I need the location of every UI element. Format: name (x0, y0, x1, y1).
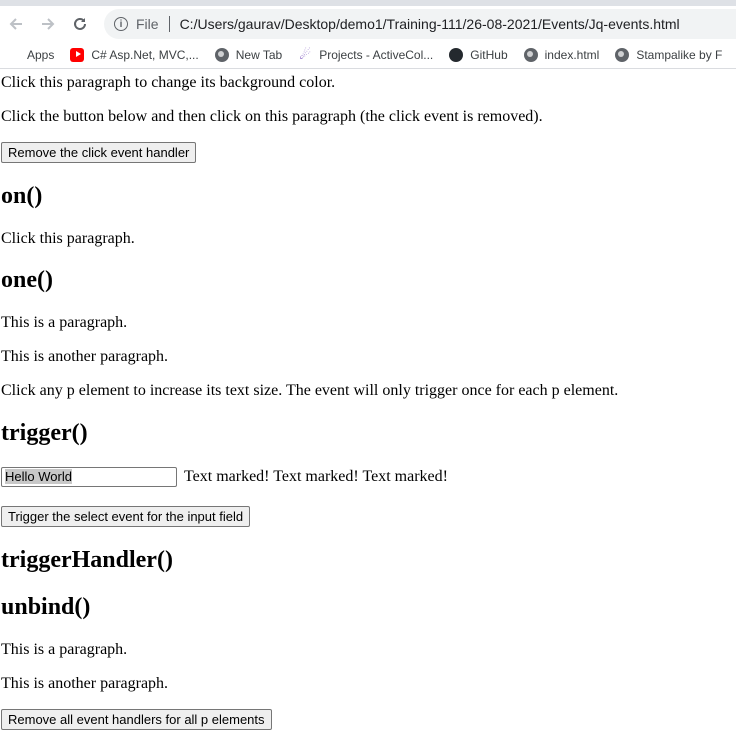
bookmark-label: Projects - ActiveCol... (319, 48, 434, 62)
bookmark-label: GitHub (470, 48, 508, 62)
browser-toolbar: i File C:/Users/gaurav/Desktop/demo1/Tra… (0, 6, 736, 42)
bookmarks-bar: Apps C# Asp.Net, MVC,... New Tab ☄ Proje… (0, 42, 736, 69)
url-text[interactable]: C:/Users/gaurav/Desktop/demo1/Training-1… (180, 16, 680, 32)
bookmark-label: Stampalike by F (636, 48, 723, 62)
reload-button[interactable] (64, 8, 96, 40)
paragraph-change-bg[interactable]: Click this paragraph to change its backg… (1, 74, 335, 92)
bookmark-csharp[interactable]: C# Asp.Net, MVC,... (70, 48, 199, 62)
bookmark-projects[interactable]: ☄ Projects - ActiveCol... (298, 47, 434, 63)
apps-grid-icon (6, 48, 20, 62)
bookmark-label: C# Asp.Net, MVC,... (91, 48, 199, 62)
paragraph-unbind-2[interactable]: This is another paragraph. (1, 675, 168, 693)
bookmark-stampalike[interactable]: Stampalike by F (615, 48, 722, 62)
heading-on: on() (1, 183, 43, 209)
heading-one: one() (1, 267, 53, 293)
info-icon[interactable]: i (114, 17, 128, 31)
remove-all-handlers-button[interactable]: Remove all event handlers for all p elem… (1, 709, 272, 730)
trigger-select-button[interactable]: Trigger the select event for the input f… (1, 506, 251, 527)
arrow-left-icon (9, 18, 22, 30)
address-divider (168, 16, 170, 32)
github-icon (449, 48, 464, 62)
globe-icon (523, 48, 538, 62)
heading-unbind: unbind() (1, 594, 91, 620)
heading-trigger-handler: triggerHandler() (1, 547, 173, 573)
paragraph-remove-info[interactable]: Click the button below and then click on… (1, 108, 543, 126)
globe-icon (615, 48, 630, 62)
hello-world-input[interactable]: Hello World (1, 467, 177, 487)
marked-text: Text marked! Text marked! Text marked! (184, 468, 448, 485)
bookmark-apps[interactable]: Apps (6, 48, 54, 62)
back-button[interactable] (0, 8, 32, 40)
bookmark-label: Apps (27, 48, 55, 62)
bookmark-label: index.html (544, 48, 600, 62)
bookmark-index[interactable]: index.html (523, 48, 600, 62)
bookmark-github[interactable]: GitHub (449, 48, 508, 62)
paragraph-one-2[interactable]: This is another paragraph. (1, 348, 168, 366)
arrow-right-icon (42, 18, 55, 30)
globe-icon (214, 48, 229, 62)
youtube-icon (70, 48, 85, 62)
forward-button[interactable] (32, 8, 64, 40)
paragraph-unbind-1[interactable]: This is a paragraph. (1, 641, 127, 659)
activecollab-icon: ☄ (299, 47, 312, 62)
paragraph-one-3[interactable]: Click any p element to increase its text… (1, 382, 618, 400)
input-selected-text: Hello World (5, 469, 72, 484)
paragraph-one-1[interactable]: This is a paragraph. (1, 314, 127, 332)
paragraph-click-this[interactable]: Click this paragraph. (1, 230, 135, 248)
heading-trigger: trigger() (1, 420, 88, 446)
remove-click-handler-button[interactable]: Remove the click event handler (1, 142, 197, 163)
address-bar[interactable]: i File C:/Users/gaurav/Desktop/demo1/Tra… (104, 9, 736, 39)
bookmark-label: New Tab (235, 48, 283, 62)
file-scheme-label: File (136, 16, 159, 32)
reload-icon (74, 17, 86, 30)
bookmark-new-tab[interactable]: New Tab (214, 48, 283, 62)
